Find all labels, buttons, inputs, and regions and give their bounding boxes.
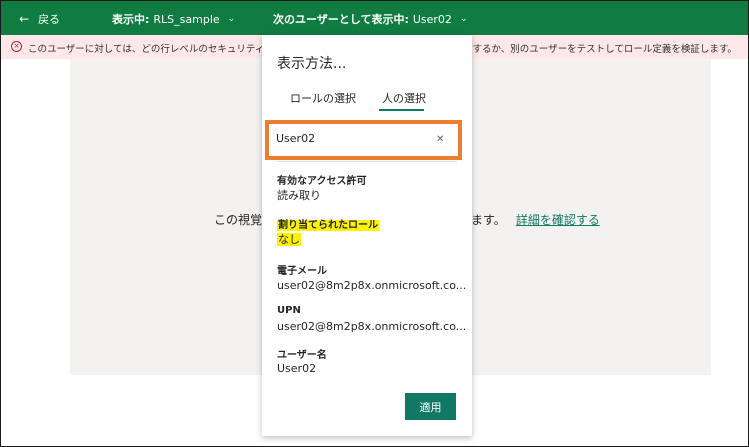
view-as-value: User02 xyxy=(412,12,452,26)
email-label: 電子メール xyxy=(277,266,327,277)
back-button[interactable]: ← 戻る xyxy=(19,11,60,27)
view-value: RLS_sample xyxy=(153,12,220,26)
apply-button[interactable]: 適用 xyxy=(405,393,456,420)
clear-icon[interactable]: ✕ xyxy=(436,134,444,145)
warning-text-left: このユーザーに対しては、どの行レベルのセキュリティ ロ xyxy=(28,44,277,55)
close-circle-icon[interactable]: × xyxy=(11,41,22,52)
view-as-selector[interactable]: 次のユーザーとして表示中: User02 ⌄ xyxy=(273,11,467,27)
assigned-roles-label-text: 割り当てられたロール xyxy=(277,220,379,231)
tab-select-roles[interactable]: ロールの選択 xyxy=(290,90,356,106)
tab-select-people[interactable]: 人の選択 xyxy=(382,90,426,106)
back-label: 戻る xyxy=(38,13,61,26)
divider xyxy=(277,161,457,162)
chevron-down-icon: ⌄ xyxy=(227,14,236,24)
upn-label: UPN xyxy=(277,305,301,316)
active-tab-indicator xyxy=(379,109,424,111)
assigned-roles-value: なし xyxy=(277,231,301,247)
view-as-panel: 表示方法... ロールの選択 人の選択 User02 ✕ 有効なアクセス許可 読… xyxy=(262,35,472,436)
warning-text-right: 加するか、別のユーザーをテストしてロール定義を検証します。 xyxy=(463,44,737,55)
assigned-roles-label: 割り当てられたロール xyxy=(277,216,379,231)
back-arrow-icon: ← xyxy=(19,12,30,26)
view-prefix: 表示中: xyxy=(112,13,150,26)
search-input-value: User02 xyxy=(276,132,316,145)
top-bar: ← 戻る 表示中: RLS_sample ⌄ 次のユーザーとして表示中: Use… xyxy=(1,1,748,35)
chevron-down-icon: ⌄ xyxy=(459,14,468,24)
email-value: user02@8m2p8x.onmicrosoft.co... xyxy=(277,279,467,292)
username-value: User02 xyxy=(277,362,317,375)
view-selector[interactable]: 表示中: RLS_sample ⌄ xyxy=(112,11,235,27)
permission-value: 読み取り xyxy=(277,189,321,202)
learn-more-link[interactable]: 詳細を確認する xyxy=(516,213,600,227)
canvas-message-right: ます。 詳細を確認する xyxy=(471,211,600,228)
assigned-roles-value-text: なし xyxy=(277,233,301,246)
panel-title: 表示方法... xyxy=(277,56,347,72)
view-as-prefix: 次のユーザーとして表示中: xyxy=(273,13,409,26)
username-label: ユーザー名 xyxy=(277,350,327,361)
report-window: ← 戻る 表示中: RLS_sample ⌄ 次のユーザーとして表示中: Use… xyxy=(0,0,749,447)
canvas-message-left: この視覚 xyxy=(214,213,263,227)
upn-value: user02@8m2p8x.onmicrosoft.co... xyxy=(277,320,467,333)
canvas-message-text: ます。 xyxy=(471,213,506,227)
permission-label: 有効なアクセス許可 xyxy=(277,176,367,187)
